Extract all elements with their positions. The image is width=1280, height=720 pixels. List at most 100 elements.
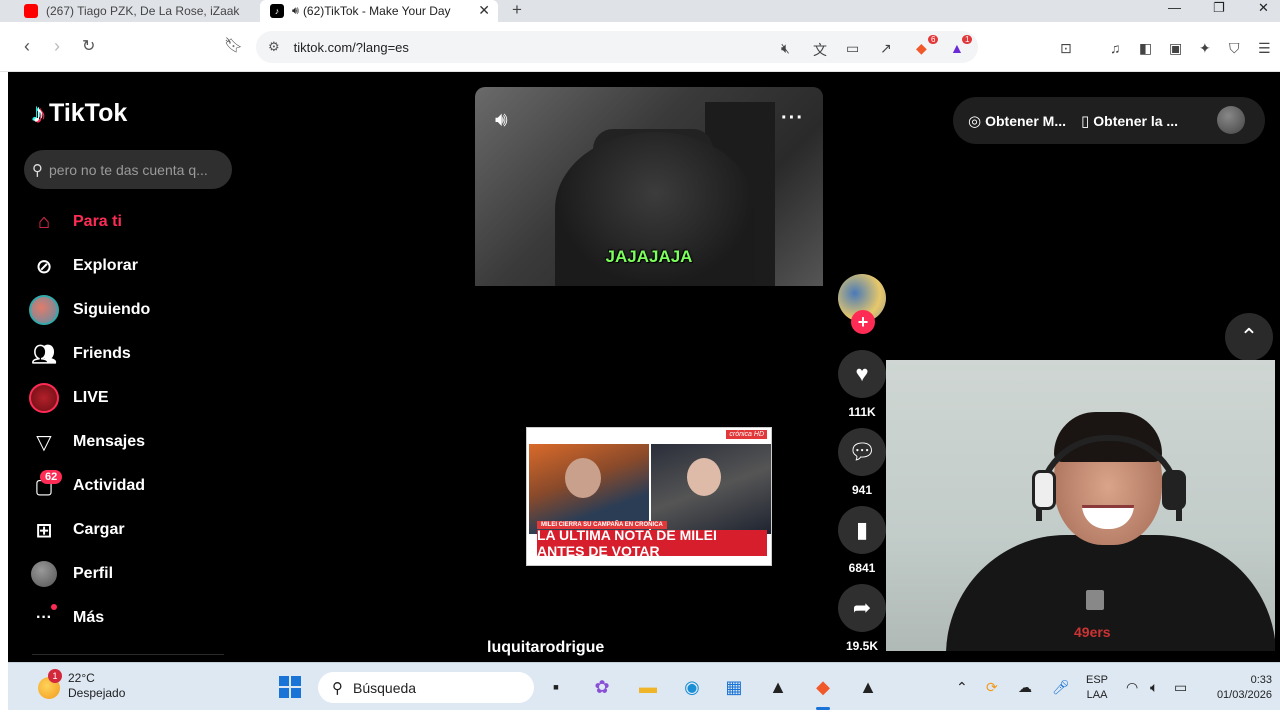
tab-youtube[interactable]: (267) Tiago PZK, De La Rose, iZaak: [16, 0, 256, 22]
save-button[interactable]: ▮: [838, 506, 886, 554]
brave-shield-icon[interactable]: ◆: [916, 40, 927, 57]
speaker-icon: 🔊︎: [292, 4, 299, 17]
video-inset-thumbnail: crónica HD MILEI CIERRA SU CAMPAÑA EN CR…: [526, 427, 772, 566]
close-tab-icon[interactable]: ✕: [478, 2, 490, 19]
webcam-shirt-logo: [1086, 590, 1104, 610]
restore-button[interactable]: ❐: [1213, 0, 1225, 16]
wifi-icon[interactable]: ◠: [1126, 679, 1138, 696]
taskbar-search-label: Búsqueda: [353, 679, 417, 696]
logo-text: TikTok: [49, 99, 128, 127]
sidebar-item-label: Friends: [73, 345, 131, 362]
user-avatar[interactable]: [1217, 106, 1245, 134]
sidebar-item-siguiendo[interactable]: Siguiendo: [28, 294, 150, 326]
sidebar-item-para-ti[interactable]: ⌂ Para ti: [28, 206, 122, 238]
windows-icon: [279, 676, 301, 698]
share-icon[interactable]: ↗: [880, 40, 892, 57]
weather-widget[interactable]: 1 22°C Despejado: [38, 669, 125, 701]
sidebar-item-mensajes[interactable]: ▽ Mensajes: [28, 426, 145, 458]
sidebar-item-label: Explorar: [73, 257, 138, 274]
save-count: 6841: [848, 561, 876, 575]
sidebar-item-perfil[interactable]: Perfil: [28, 558, 113, 590]
task-view-icon[interactable]: ▪: [544, 675, 568, 699]
rewards-icon[interactable]: ▲: [950, 40, 964, 56]
file-explorer-icon[interactable]: ▬: [636, 675, 660, 699]
close-window-button[interactable]: ✕: [1258, 0, 1269, 16]
get-app-button[interactable]: ▯ Obtener la ...: [1081, 112, 1178, 130]
site-settings-icon[interactable]: ⚙: [268, 39, 280, 55]
sidebar-item-cargar[interactable]: ⊞ Cargar: [28, 514, 125, 546]
reload-button[interactable]: ↻: [82, 36, 95, 56]
cast-icon[interactable]: ▭: [846, 40, 859, 57]
video-username[interactable]: luquitarodrigue: [487, 639, 604, 657]
input-language[interactable]: ESP LAA: [1086, 673, 1108, 703]
sidebar-item-label: Más: [73, 609, 105, 626]
app-triangle-icon[interactable]: ▲: [766, 675, 790, 699]
comment-icon: 💬︎: [848, 439, 876, 464]
thumb-person-left: [565, 458, 601, 498]
menu-icon[interactable]: ☰: [1258, 40, 1271, 57]
video-more-button[interactable]: ···: [781, 107, 804, 130]
video-player[interactable]: JAJAJAJA 🔊︎ ···: [475, 87, 823, 286]
url-field[interactable]: ⚙ tiktok.com/?lang=es: [256, 31, 978, 63]
share-button[interactable]: ➦: [838, 584, 886, 632]
sync-icon[interactable]: ⟳: [986, 679, 998, 696]
new-tab-button[interactable]: +: [512, 0, 522, 20]
sidebar-item-label: Mensajes: [73, 433, 146, 450]
vpn-icon[interactable]: ⛉: [1229, 40, 1240, 57]
search-input[interactable]: ⚲ pero no te das cuenta q...: [24, 150, 232, 189]
microphone-icon[interactable]: 🎤︎: [1052, 679, 1070, 696]
search-placeholder: pero no te das cuenta q...: [49, 161, 208, 178]
follow-plus-button[interactable]: +: [851, 310, 875, 334]
translate-icon[interactable]: 文: [813, 40, 827, 60]
system-clock[interactable]: 0:33 01/03/2026: [1206, 673, 1272, 703]
friends-icon: 👥︎: [31, 343, 57, 366]
language-code: ESP: [1086, 674, 1109, 686]
edge-icon[interactable]: ◉: [680, 675, 704, 699]
tab-label: (62)TikTok - Make Your Day: [302, 4, 451, 18]
more-notification-dot: [51, 604, 57, 610]
volume-icon[interactable]: 🔊︎: [495, 109, 508, 132]
taskbar-search[interactable]: ⚲ Búsqueda: [318, 672, 534, 703]
comment-button[interactable]: 💬︎: [838, 428, 886, 476]
share-count: 19.5K: [845, 639, 879, 653]
copilot-icon[interactable]: ✿: [590, 675, 614, 699]
music-icon[interactable]: ♫: [1110, 40, 1121, 56]
store-icon[interactable]: ▦: [722, 675, 746, 699]
back-button[interactable]: ‹: [24, 36, 30, 57]
tiktok-note-icon: ♪: [32, 98, 45, 128]
sidebar-item-friends[interactable]: 👥︎ Friends: [28, 338, 131, 370]
activity-badge: 62: [40, 470, 63, 484]
minimize-button[interactable]: —: [1168, 0, 1181, 15]
tab-tiktok[interactable]: ♪ 🔊︎ (62)TikTok - Make Your Day ✕: [260, 0, 498, 22]
app-alert-icon[interactable]: ▲: [856, 675, 880, 699]
volume-icon[interactable]: 🔈︎: [1150, 679, 1158, 696]
webcam-overlay: 49ers: [886, 360, 1275, 651]
tray-chevron-icon[interactable]: ⌃: [956, 679, 968, 696]
battery-icon[interactable]: ▭: [1174, 679, 1187, 696]
start-button[interactable]: [278, 675, 302, 699]
reader-icon[interactable]: ⊡: [1060, 40, 1072, 57]
thumb-ticker: [527, 558, 771, 565]
send-icon: ▽: [36, 431, 52, 454]
sidebar-icon[interactable]: ◧: [1139, 40, 1152, 57]
tiktok-logo[interactable]: ♪ TikTok: [32, 98, 127, 129]
like-button[interactable]: ♥: [838, 350, 886, 398]
sidebar-item-explorar[interactable]: ⊘ Explorar: [28, 250, 138, 282]
following-avatar: [29, 295, 59, 325]
headphone-right: [1162, 470, 1186, 510]
chevron-up-icon: ⌃: [1239, 324, 1259, 349]
forward-button[interactable]: ›: [54, 36, 60, 57]
wallet-icon[interactable]: ▣: [1169, 40, 1182, 57]
sidebar-item-live[interactable]: LIVE: [28, 382, 109, 414]
get-app-coins-button[interactable]: ◎ Obtener M...: [968, 112, 1066, 130]
ai-icon[interactable]: ✦: [1199, 40, 1211, 57]
webcam-shirt-text: 49ers: [1074, 624, 1111, 640]
no-audio-icon[interactable]: 🔇︎: [781, 40, 790, 57]
bookmark-icon[interactable]: 🔖︎: [224, 36, 243, 54]
upload-icon: ⊞: [35, 519, 53, 542]
onedrive-icon[interactable]: ☁: [1018, 679, 1032, 696]
profile-avatar: [31, 561, 57, 587]
sidebar-item-mas[interactable]: ··· Más: [28, 602, 104, 634]
brave-icon[interactable]: ◆: [811, 675, 835, 699]
scroll-up-button[interactable]: ⌃: [1225, 313, 1273, 361]
